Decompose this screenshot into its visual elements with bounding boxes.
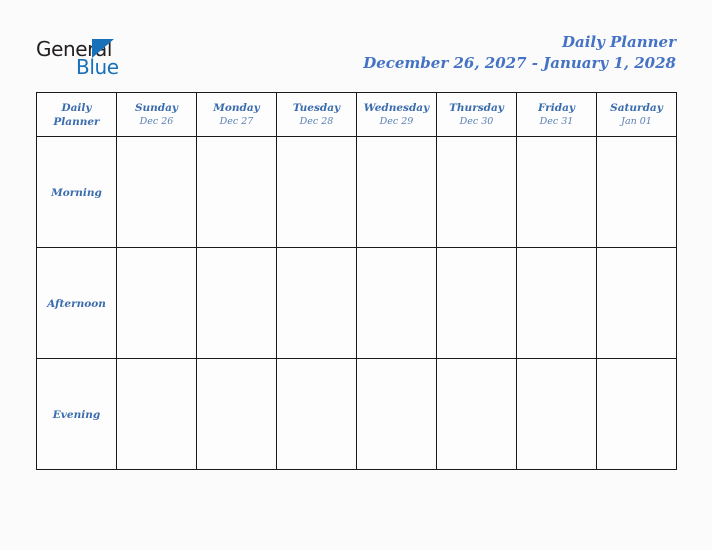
row-label-evening: Evening — [36, 358, 117, 470]
weekly-planner-table: Daily Planner Sunday Dec 26 Monday Dec 2… — [36, 92, 677, 470]
brand-logo[interactable]: General Blue — [36, 38, 206, 82]
column-date: Dec 27 — [219, 115, 254, 127]
planner-cell-afternoon-saturday[interactable] — [596, 247, 677, 359]
row-label-morning: Morning — [36, 136, 117, 248]
row-label-afternoon: Afternoon — [36, 247, 117, 359]
planner-cell-morning-tuesday[interactable] — [276, 136, 357, 248]
corner-label-line2: Planner — [53, 115, 100, 128]
column-header-tuesday: Tuesday Dec 28 — [276, 92, 357, 137]
table-row-morning: Morning — [36, 136, 677, 248]
column-header-saturday: Saturday Jan 01 — [596, 92, 677, 137]
brand-name-blue: Blue — [76, 55, 119, 79]
planner-cell-evening-thursday[interactable] — [436, 358, 517, 470]
planner-cell-evening-tuesday[interactable] — [276, 358, 357, 470]
planner-cell-afternoon-friday[interactable] — [516, 247, 597, 359]
table-corner-cell: Daily Planner — [36, 92, 117, 137]
column-header-thursday: Thursday Dec 30 — [436, 92, 517, 137]
column-header-monday: Monday Dec 27 — [196, 92, 277, 137]
page-header: General Blue Daily Planner December 26, … — [0, 0, 712, 92]
planner-cell-evening-saturday[interactable] — [596, 358, 677, 470]
date-range-label: December 26, 2027 - January 1, 2028 — [363, 54, 676, 72]
column-date: Dec 28 — [299, 115, 334, 127]
planner-cell-evening-sunday[interactable] — [116, 358, 197, 470]
column-day-name: Friday — [537, 101, 576, 114]
planner-cell-morning-thursday[interactable] — [436, 136, 517, 248]
title-block: Daily Planner December 26, 2027 - Januar… — [363, 32, 676, 74]
row-label-text: Afternoon — [47, 298, 106, 310]
table-header: Daily Planner Sunday Dec 26 Monday Dec 2… — [36, 92, 677, 137]
column-day-name: Tuesday — [292, 101, 341, 114]
column-day-name: Sunday — [134, 101, 179, 114]
column-date: Jan 01 — [621, 115, 652, 127]
column-day-name: Saturday — [610, 101, 663, 114]
planner-cell-morning-wednesday[interactable] — [356, 136, 437, 248]
corner-label-line1: Daily — [61, 101, 92, 114]
page-title: Daily Planner — [561, 33, 676, 51]
column-day-name: Monday — [213, 101, 260, 114]
planner-cell-afternoon-thursday[interactable] — [436, 247, 517, 359]
planner-cell-afternoon-tuesday[interactable] — [276, 247, 357, 359]
planner-cell-morning-monday[interactable] — [196, 136, 277, 248]
column-day-name: Thursday — [449, 101, 504, 114]
column-date: Dec 31 — [539, 115, 574, 127]
column-date: Dec 29 — [379, 115, 414, 127]
planner-cell-morning-friday[interactable] — [516, 136, 597, 248]
planner-cell-evening-friday[interactable] — [516, 358, 597, 470]
column-header-friday: Friday Dec 31 — [516, 92, 597, 137]
table-header-row: Daily Planner Sunday Dec 26 Monday Dec 2… — [36, 92, 677, 137]
column-date: Dec 26 — [139, 115, 174, 127]
planner-cell-morning-sunday[interactable] — [116, 136, 197, 248]
row-label-text: Morning — [51, 187, 102, 199]
planner-cell-morning-saturday[interactable] — [596, 136, 677, 248]
column-day-name: Wednesday — [363, 101, 430, 114]
column-date: Dec 30 — [459, 115, 494, 127]
planner-cell-afternoon-monday[interactable] — [196, 247, 277, 359]
column-header-wednesday: Wednesday Dec 29 — [356, 92, 437, 137]
column-header-sunday: Sunday Dec 26 — [116, 92, 197, 137]
planner-cell-evening-wednesday[interactable] — [356, 358, 437, 470]
planner-cell-afternoon-wednesday[interactable] — [356, 247, 437, 359]
row-label-text: Evening — [52, 409, 101, 421]
table-body: Morning Afternoon Evening — [36, 136, 677, 470]
planner-cell-evening-monday[interactable] — [196, 358, 277, 470]
table-row-afternoon: Afternoon — [36, 247, 677, 359]
planner-cell-afternoon-sunday[interactable] — [116, 247, 197, 359]
table-row-evening: Evening — [36, 358, 677, 470]
